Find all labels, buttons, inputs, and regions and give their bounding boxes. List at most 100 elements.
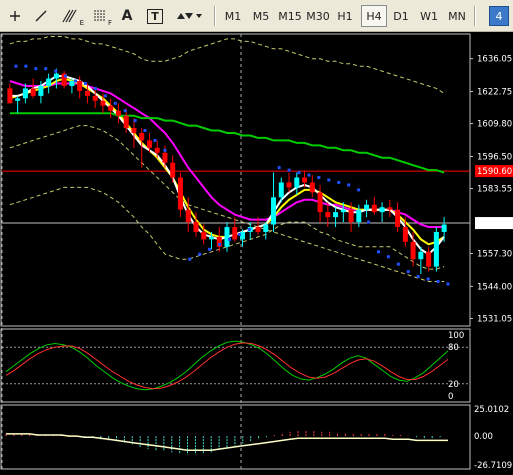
macd-axis-label: 25.0102 [474,405,509,415]
sar-dot [188,257,192,261]
timeframe-m1[interactable]: M1 [221,5,245,27]
candle-body [410,241,416,260]
pane-frame-3 [0,404,471,470]
line-icon[interactable] [30,5,52,27]
candle-body [348,209,354,223]
candle-body [69,81,75,86]
window-badge[interactable]: 4 [489,6,509,26]
candle-body [379,207,385,213]
stochastic-axis-label: 0 [448,392,453,402]
sar-dot [416,275,420,279]
candle-body [193,222,199,232]
sar-dot [297,171,301,175]
candle-body [15,98,21,101]
sar-dot [103,94,107,98]
timeframe-d1[interactable]: D1 [389,5,413,27]
sar-dot [426,277,430,281]
candle-body [123,115,129,129]
timeframe-label: M5 [252,9,270,23]
chart-window[interactable]: 1636.05 1622.75 1609.80 1596.50 1583.55 1557.… [0,32,513,471]
sar-dot [153,138,157,142]
text-glyph: A [121,8,133,24]
candle-body [84,90,90,96]
candle-body [77,81,83,91]
candle-body [185,209,191,223]
chart-canvas[interactable]: 1636.05 1622.75 1609.80 1596.50 1583.55 1557.… [0,32,513,471]
sar-dot [218,242,222,246]
candle-body [22,88,28,99]
arrows-icon[interactable] [172,5,206,27]
toolbar: E F A T M1 M5 M15 M30 H1 H4 D1 W1 MN 4 [0,0,513,32]
sar-dot [327,178,331,182]
grid-icon[interactable]: F [88,5,112,27]
timeframe-label: MN [448,9,466,23]
timeframe-label: M1 [224,9,242,23]
candle-body [224,227,230,247]
sar-dot [227,237,231,241]
candle-body [441,224,447,232]
candle-body [208,236,214,240]
timeframe-w1[interactable]: W1 [417,5,441,27]
sar-dot [307,173,311,177]
fibonacci-glyph: E [79,19,84,27]
price-axis-label: 1557.30 [477,249,512,259]
timeframe-mn[interactable]: MN [445,5,469,27]
sar-dot [208,247,212,251]
candle-body [53,73,59,79]
timeframe-label: D1 [393,9,409,23]
sar-dot [34,67,38,71]
candle-body [317,192,323,213]
price-axis-label: 1531.05 [477,314,512,324]
timeframe-m15[interactable]: M15 [277,5,303,27]
sar-dot [83,81,87,85]
candle-body [356,209,362,223]
candle-body [154,147,160,153]
sar-dot [113,101,117,105]
candle-body [418,251,424,260]
price-axis-label: 1583.55 [477,185,512,195]
timeframe-h1[interactable]: H1 [333,5,357,27]
sar-dot [44,67,48,71]
timeframe-label: H4 [366,9,382,23]
candle-body [278,182,284,198]
macd-axis-label: -26.7109 [474,461,512,471]
sar-dot [143,129,147,133]
sar-dot [64,74,68,78]
sar-dot [123,109,127,113]
envelope-line [9,125,445,282]
timeframe-h4[interactable]: H4 [361,5,387,27]
candle-body [271,197,277,225]
toolbar-separator [214,6,216,26]
price-axis-label: 1622.75 [477,88,512,98]
candle-body [131,128,137,133]
candle-body [170,162,176,178]
candle-body [426,251,432,267]
candle-body [433,231,439,267]
sar-dot [247,227,251,231]
stochastic-axis-label: 20 [448,380,459,390]
sar-dot [93,86,97,90]
sar-dot [406,270,410,274]
sar-dot [357,188,361,192]
sar-dot [14,64,18,68]
text-icon[interactable]: A [116,5,138,27]
candle-body [302,177,308,183]
timeframe-label: H1 [337,9,353,23]
sar-dot [396,262,400,266]
timeframe-m30[interactable]: M30 [305,5,331,27]
sar-dot [436,279,440,283]
sar-dot [376,250,380,254]
candle-body [46,78,52,86]
timeframe-label: M15 [278,9,302,23]
fibonacci-icon[interactable]: E [58,5,84,27]
timeframe-m5[interactable]: M5 [249,5,273,27]
text-label-icon[interactable]: T [144,5,166,27]
candle-body [7,88,13,104]
candle-body [115,110,121,116]
candle-body [162,152,168,163]
sar-dot [24,64,28,68]
candle-body [100,100,106,106]
candle-body [309,182,315,193]
envelope-line [9,36,445,94]
cursor-icon[interactable] [4,5,26,27]
